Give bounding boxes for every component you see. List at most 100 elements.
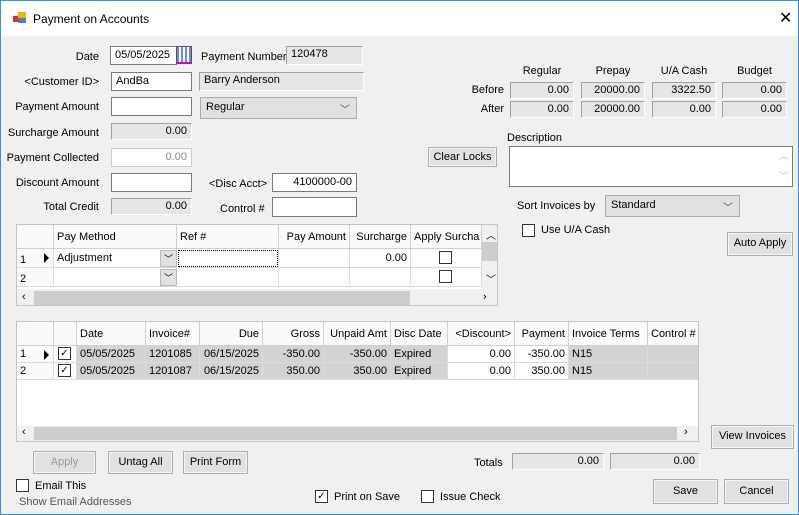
invoice-cell[interactable]: 0.00 bbox=[448, 363, 515, 380]
date-field[interactable]: 05/05/2025 bbox=[110, 46, 177, 65]
scroll-right-icon[interactable]: › bbox=[684, 426, 688, 438]
invoice-cell[interactable]: 1201085 bbox=[146, 346, 200, 363]
customer-id-field[interactable]: AndBa bbox=[111, 72, 192, 91]
save-button[interactable]: Save bbox=[653, 479, 718, 504]
invoice-grid-header[interactable]: Disc Date bbox=[391, 322, 448, 346]
horizontal-scrollbar-thumb[interactable] bbox=[34, 291, 410, 305]
sort-invoices-select[interactable]: Standard ﹀ bbox=[605, 195, 740, 217]
clear-locks-button[interactable]: Clear Locks bbox=[428, 147, 497, 167]
description-field[interactable] bbox=[509, 146, 793, 187]
cancel-button[interactable]: Cancel bbox=[724, 479, 789, 504]
pay-grid-cell[interactable]: Adjustment bbox=[54, 249, 177, 268]
pay-grid-header[interactable] bbox=[17, 225, 54, 249]
tag-cell[interactable]: ✓ bbox=[54, 363, 77, 380]
scroll-right-icon[interactable]: › bbox=[483, 291, 487, 303]
pay-grid-header[interactable]: Apply Surcha bbox=[411, 225, 482, 249]
invoice-grid-header[interactable]: Gross bbox=[263, 322, 324, 346]
invoice-cell[interactable]: -350.00 bbox=[263, 346, 324, 363]
invoice-cell[interactable]: 0.00 bbox=[448, 346, 515, 363]
apply-surcharge-cell[interactable] bbox=[411, 268, 482, 287]
untag-all-button[interactable]: Untag All bbox=[108, 451, 173, 474]
invoice-cell[interactable]: 350.00 bbox=[324, 363, 391, 380]
use-ua-cash-label[interactable]: Use U/A Cash bbox=[541, 224, 610, 236]
calendar-icon[interactable] bbox=[176, 46, 192, 64]
invoice-grid-header[interactable]: Control # bbox=[648, 322, 698, 346]
pay-grid-cell[interactable] bbox=[177, 249, 279, 268]
invoice-cell[interactable]: -350.00 bbox=[324, 346, 391, 363]
invoice-cell[interactable] bbox=[648, 346, 698, 363]
invoice-cell[interactable] bbox=[648, 363, 698, 380]
print-on-save-label[interactable]: Print on Save bbox=[334, 491, 400, 503]
payment-type-select[interactable]: Regular ﹀ bbox=[200, 97, 357, 119]
pay-grid-cell[interactable] bbox=[279, 249, 350, 268]
invoice-grid-header[interactable]: Invoice Terms bbox=[569, 322, 648, 346]
pay-method-grid[interactable]: Pay Method Ref # Pay Amount Surcharge Apply … bbox=[16, 224, 498, 306]
scroll-up-icon[interactable]: ︿ bbox=[779, 149, 788, 162]
invoice-grid-header[interactable] bbox=[54, 322, 77, 346]
invoice-cell[interactable]: 350.00 bbox=[263, 363, 324, 380]
invoice-grid-header[interactable] bbox=[17, 322, 54, 346]
invoice-cell[interactable]: 350.00 bbox=[515, 363, 569, 380]
control-field[interactable] bbox=[272, 197, 357, 217]
print-form-button[interactable]: Print Form bbox=[183, 451, 248, 474]
invoice-cell[interactable]: N15 bbox=[569, 346, 648, 363]
apply-surcharge-checkbox[interactable] bbox=[439, 251, 452, 264]
invoice-grid-header[interactable]: <Discount> bbox=[448, 322, 515, 346]
invoice-cell[interactable]: Expired bbox=[391, 346, 448, 363]
pay-grid-cell[interactable] bbox=[177, 268, 279, 287]
invoice-cell[interactable]: -350.00 bbox=[515, 346, 569, 363]
chevron-down-icon[interactable]: ﹀ bbox=[160, 250, 177, 267]
horizontal-scrollbar-thumb[interactable] bbox=[34, 427, 677, 440]
disc-acct-label[interactable]: <Disc Acct> bbox=[209, 178, 267, 190]
invoice-grid-header[interactable]: Due bbox=[200, 322, 263, 346]
invoice-grid-header[interactable]: Date bbox=[77, 322, 146, 346]
auto-apply-button[interactable]: Auto Apply bbox=[727, 232, 793, 256]
invoice-cell[interactable]: 06/15/2025 bbox=[200, 346, 263, 363]
pay-grid-cell[interactable] bbox=[350, 268, 411, 287]
use-ua-cash-checkbox[interactable] bbox=[522, 224, 535, 237]
invoice-tag-checkbox[interactable]: ✓ bbox=[58, 364, 71, 377]
pay-grid-cell[interactable]: 0.00 bbox=[350, 249, 411, 268]
disc-acct-field[interactable]: 4100000-00 bbox=[272, 173, 357, 192]
pay-grid-header[interactable]: Pay Method bbox=[54, 225, 177, 249]
invoice-cell[interactable]: 05/05/2025 bbox=[77, 363, 146, 380]
invoice-cell[interactable]: N15 bbox=[569, 363, 648, 380]
email-this-checkbox[interactable] bbox=[16, 479, 29, 492]
apply-button[interactable]: Apply bbox=[33, 451, 96, 474]
scroll-up-icon[interactable]: ︿ bbox=[486, 227, 496, 242]
scroll-left-icon[interactable]: ‹ bbox=[22, 426, 26, 438]
apply-surcharge-cell[interactable] bbox=[411, 249, 482, 268]
scroll-down-icon[interactable]: ﹀ bbox=[486, 271, 496, 286]
invoice-cell[interactable]: 06/15/2025 bbox=[200, 363, 263, 380]
pay-grid-cell[interactable] bbox=[279, 268, 350, 287]
show-email-addresses-link[interactable]: Show Email Addresses bbox=[19, 496, 132, 508]
payment-amount-field[interactable] bbox=[111, 97, 192, 116]
issue-check-checkbox[interactable] bbox=[421, 490, 434, 503]
total-discount-field: 0.00 bbox=[512, 453, 604, 470]
customer-id-label[interactable]: <Customer ID> bbox=[24, 76, 99, 88]
invoice-tag-checkbox[interactable]: ✓ bbox=[58, 347, 71, 360]
pay-grid-cell[interactable] bbox=[54, 268, 177, 287]
chevron-down-icon[interactable]: ﹀ bbox=[160, 269, 177, 286]
print-on-save-checkbox[interactable]: ✓ bbox=[315, 490, 328, 503]
invoice-cell[interactable]: 1201087 bbox=[146, 363, 200, 380]
invoice-cell[interactable]: 05/05/2025 bbox=[77, 346, 146, 363]
vertical-scrollbar-thumb[interactable] bbox=[482, 242, 497, 261]
pay-grid-header[interactable]: Ref # bbox=[177, 225, 279, 249]
invoice-grid-header[interactable]: Invoice# bbox=[146, 322, 200, 346]
view-invoices-button[interactable]: View Invoices bbox=[711, 425, 794, 449]
tag-cell[interactable]: ✓ bbox=[54, 346, 77, 363]
pay-grid-header[interactable]: Surcharge bbox=[350, 225, 411, 249]
close-icon[interactable]: ✕ bbox=[779, 8, 792, 28]
scroll-down-icon[interactable]: ﹀ bbox=[779, 169, 788, 182]
invoice-grid-header[interactable]: Unpaid Amt bbox=[324, 322, 391, 346]
email-this-label[interactable]: Email This bbox=[35, 480, 86, 492]
invoice-cell[interactable]: Expired bbox=[391, 363, 448, 380]
pay-grid-header[interactable]: Pay Amount bbox=[279, 225, 350, 249]
apply-surcharge-checkbox[interactable] bbox=[439, 270, 452, 283]
discount-amount-field[interactable] bbox=[111, 173, 192, 192]
scroll-left-icon[interactable]: ‹ bbox=[22, 291, 26, 303]
invoice-grid[interactable]: Date Invoice# Due Gross Unpaid Amt Disc Date <… bbox=[16, 321, 699, 442]
invoice-grid-header[interactable]: Payment bbox=[515, 322, 569, 346]
issue-check-label[interactable]: Issue Check bbox=[440, 491, 501, 503]
